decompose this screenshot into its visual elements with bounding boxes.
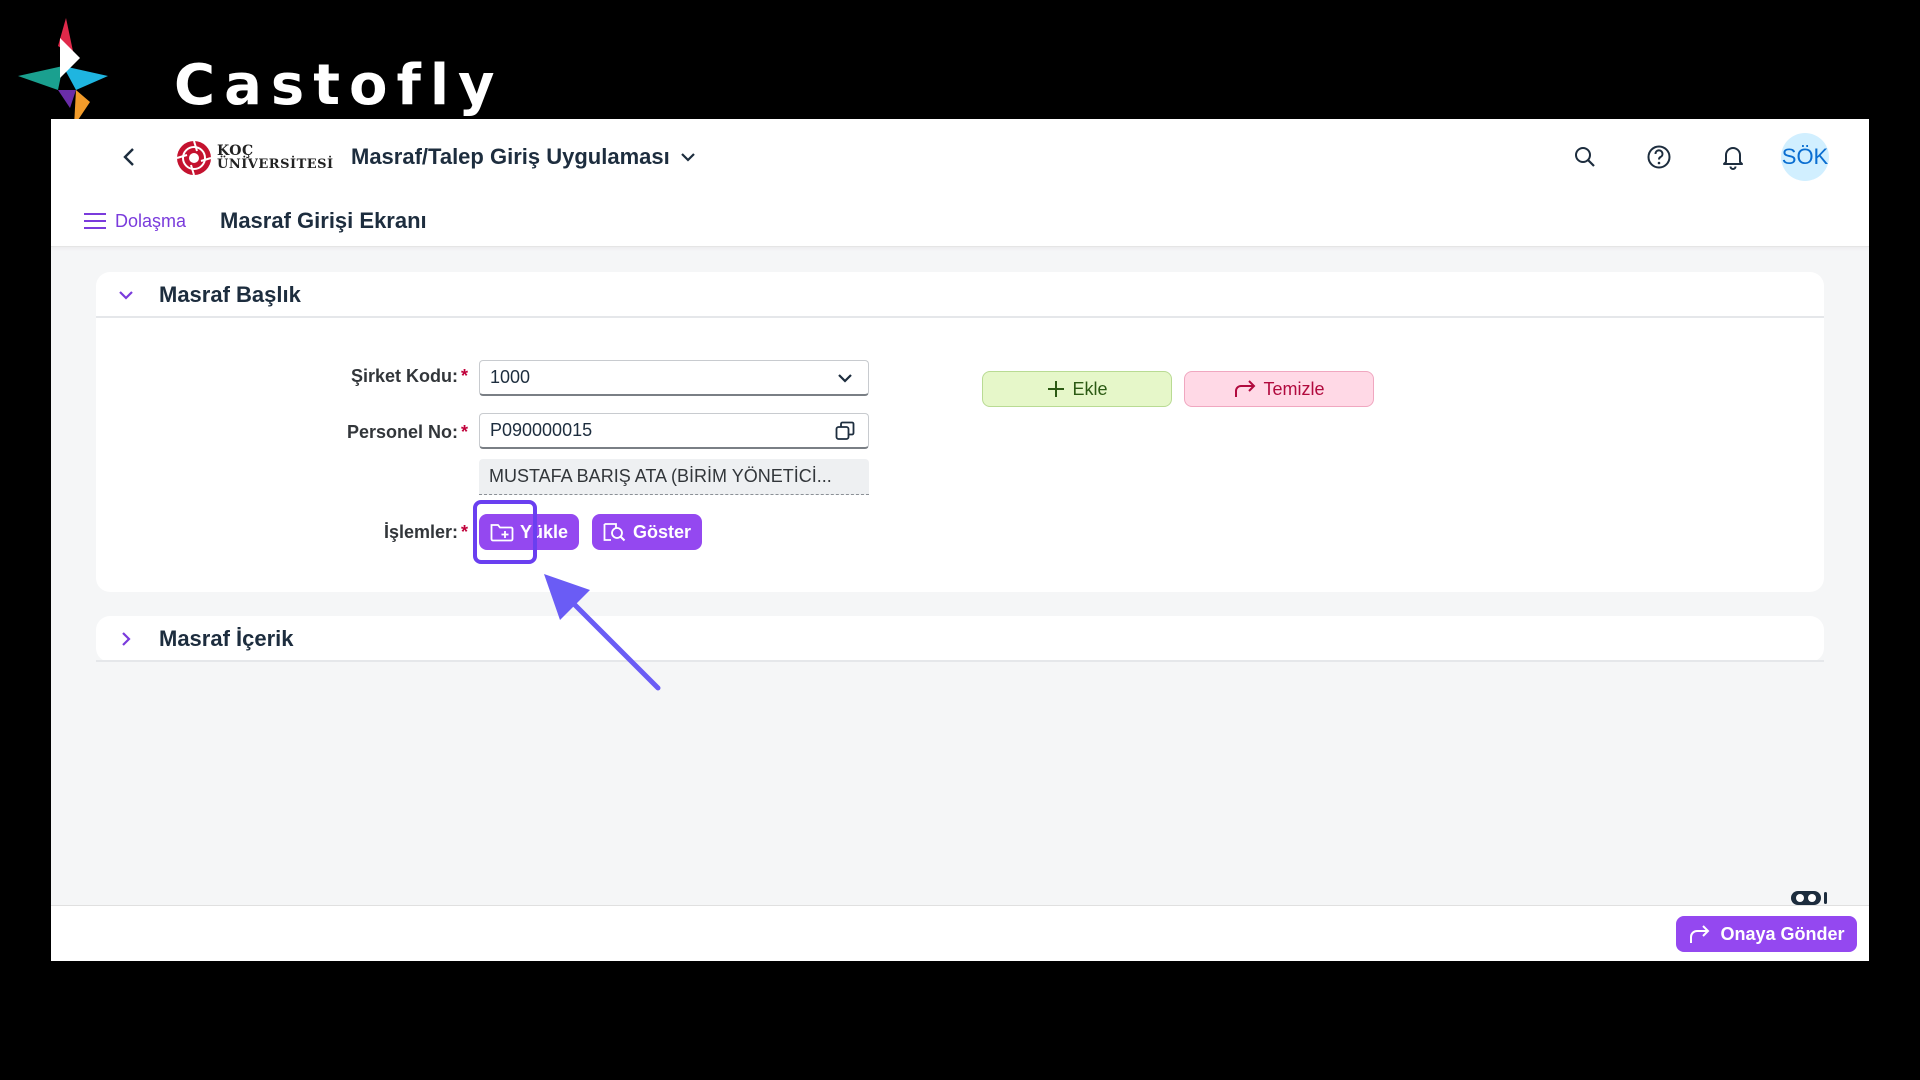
castofly-brand: Castofly	[18, 18, 495, 128]
page-title: Masraf Girişi Ekranı	[220, 208, 427, 233]
koc-university-logo: KOÇ ÜNİVERSİTESİ	[175, 139, 333, 177]
app-title-menu[interactable]: Masraf/Talep Giriş Uygulaması	[351, 141, 696, 173]
koc-emblem-icon	[176, 140, 212, 176]
app-title: Masraf/Talep Giriş Uygulaması	[351, 144, 670, 169]
operations-label: İşlemler: *	[383, 522, 468, 542]
footer-toolbar: Onaya Gönder	[51, 905, 1869, 961]
forward-arrow-icon	[1690, 925, 1710, 943]
add-button[interactable]: Ekle	[982, 371, 1172, 407]
panel-title: Masraf Başlık	[159, 282, 301, 307]
show-label: Göster	[632, 521, 692, 542]
castofly-logo-icon	[18, 18, 108, 126]
personnel-name-display: MUSTAFA BARIŞ ATA (BİRİM YÖNETİCİ...	[479, 459, 869, 495]
copy-icon	[835, 421, 855, 440]
expense-header-panel: Masraf Başlık Şirket Kodu: * 1000 Persone…	[96, 272, 1824, 592]
submit-for-approval-button[interactable]: Onaya Gönder	[1676, 916, 1857, 952]
chevron-right-icon	[122, 632, 131, 646]
clear-label: Temizle	[1263, 378, 1325, 399]
notifications-button[interactable]	[1715, 139, 1751, 175]
upload-button[interactable]: Yükle	[479, 514, 579, 550]
app-window: KOÇ ÜNİVERSİTESİ Masraf/Talep Giriş Uygu…	[51, 119, 1869, 961]
submit-label: Onaya Gönder	[1720, 923, 1845, 944]
plus-icon	[1048, 381, 1065, 397]
search-button[interactable]	[1567, 139, 1603, 175]
upload-label: Yükle	[519, 521, 569, 542]
chevron-left-icon	[123, 148, 134, 166]
search-document-icon	[603, 523, 626, 542]
personnel-no-input[interactable]: P090000015	[479, 413, 869, 449]
redo-arrow-icon	[1235, 380, 1256, 397]
expand-toggle[interactable]	[114, 627, 138, 651]
help-button[interactable]	[1641, 139, 1677, 175]
company-code-select[interactable]: 1000	[479, 360, 869, 396]
add-label: Ekle	[1072, 378, 1108, 399]
dropdown-arrow[interactable]	[832, 365, 858, 391]
shell-bar: KOÇ ÜNİVERSİTESİ Masraf/Talep Giriş Uygu…	[51, 119, 1869, 195]
user-avatar[interactable]: SÖK	[1781, 133, 1829, 181]
folder-add-icon	[490, 524, 514, 542]
panel-title: Masraf İçerik	[159, 626, 294, 651]
required-indicator: *	[460, 366, 468, 386]
expense-header-panel-header: Masraf Başlık	[96, 272, 1824, 318]
required-indicator: *	[460, 422, 468, 442]
back-button[interactable]	[113, 141, 145, 173]
help-icon	[1647, 145, 1671, 169]
navigation-menu-button[interactable]: Dolaşma	[83, 207, 186, 235]
bell-icon	[1723, 147, 1743, 170]
expense-content-panel-header: Masraf İçerik	[96, 616, 1824, 662]
value-help-button[interactable]	[832, 418, 858, 444]
chevron-down-icon	[838, 373, 852, 383]
company-code-value: 1000	[490, 367, 531, 387]
expense-content-panel: Masraf İçerik	[96, 616, 1824, 662]
hamburger-menu-icon	[84, 213, 106, 229]
university-name-line2: ÜNİVERSİTESİ	[217, 157, 334, 172]
clear-button[interactable]: Temizle	[1184, 371, 1374, 407]
sub-header: Dolaşma Masraf Girişi Ekranı	[51, 195, 1869, 247]
search-icon	[1575, 147, 1595, 167]
personnel-no-label: Personel No: *	[346, 422, 468, 442]
company-code-label: Şirket Kodu: *	[350, 366, 468, 386]
castofly-wordmark: Castofly	[174, 53, 504, 118]
show-button[interactable]: Göster	[592, 514, 702, 550]
required-indicator: *	[460, 522, 468, 542]
chevron-down-icon	[119, 291, 133, 300]
collapse-toggle[interactable]	[114, 283, 138, 307]
personnel-no-value: P090000015	[490, 420, 593, 440]
navigation-label: Dolaşma	[115, 210, 187, 231]
chevron-down-icon	[680, 153, 695, 162]
shell-actions: SÖK	[1567, 133, 1829, 181]
